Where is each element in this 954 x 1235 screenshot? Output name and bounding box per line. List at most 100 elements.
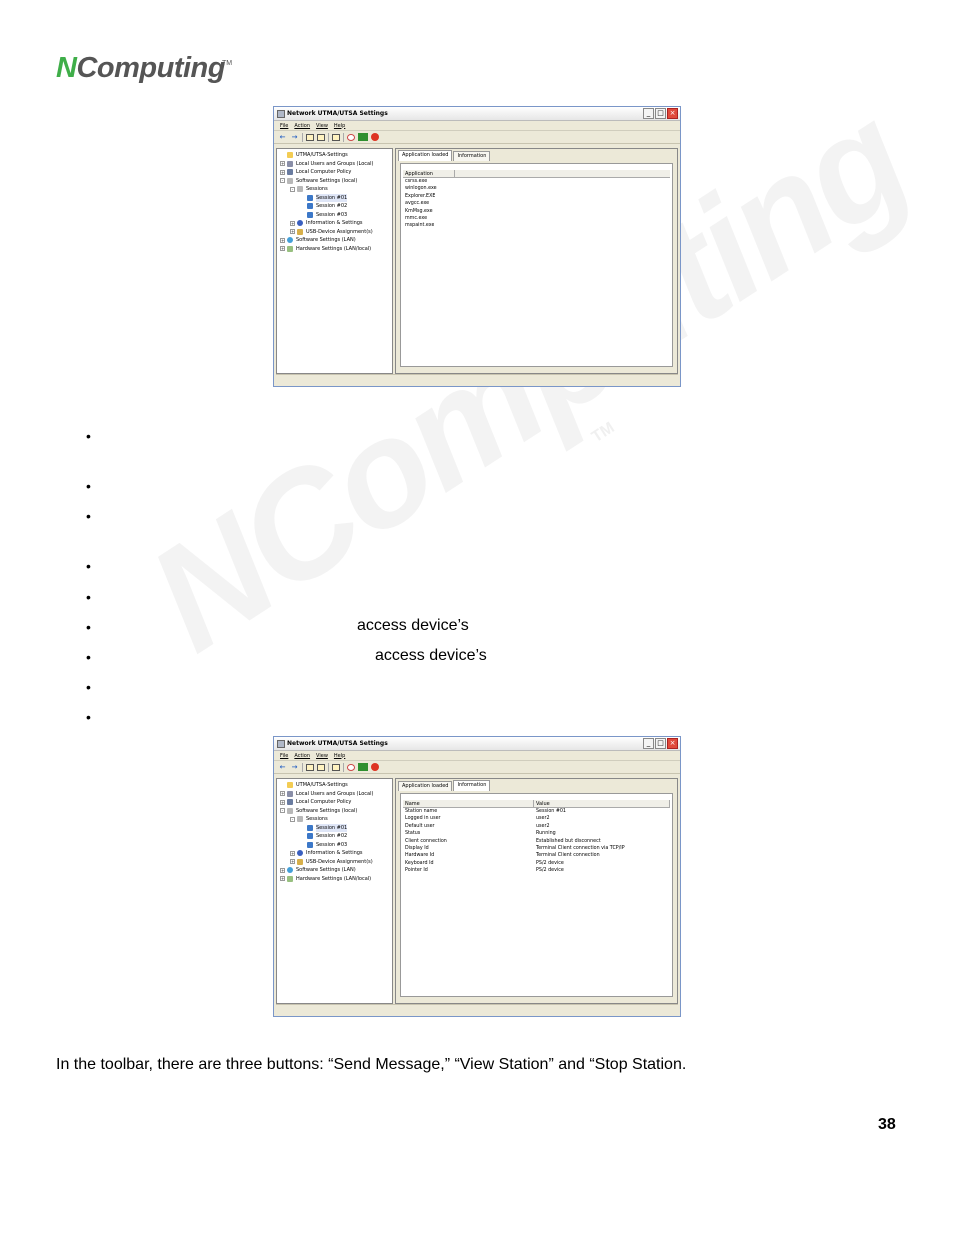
back-arrow-icon[interactable]: ← xyxy=(278,133,287,142)
maximize-button[interactable]: □ xyxy=(655,108,666,119)
bullet-marker: • xyxy=(86,558,91,574)
list-item[interactable]: Client connection Established but disconn… xyxy=(403,838,672,845)
collapse-icon[interactable]: - xyxy=(290,816,295,822)
list-item[interactable]: Hardware Id Terminal Client connection xyxy=(403,852,672,859)
expand-icon[interactable]: + xyxy=(280,876,285,882)
tree-item[interactable]: + USB-Device Assignment(s) xyxy=(280,228,392,237)
close-button[interactable]: × xyxy=(667,738,678,749)
menu-action[interactable]: Action xyxy=(294,753,310,759)
column-value[interactable]: Value xyxy=(534,800,670,807)
column-application[interactable]: Application xyxy=(403,170,455,177)
tree-item[interactable]: Session #01 xyxy=(280,823,392,833)
list-item[interactable]: Display Id Terminal Client connection via… xyxy=(403,845,672,852)
tree-item[interactable]: + Local Users and Groups (Local) xyxy=(280,790,392,799)
close-button[interactable]: × xyxy=(667,108,678,119)
title-bar[interactable]: Network UTMA/UTSA Settings _ □ × xyxy=(274,107,680,121)
up-folder-icon[interactable] xyxy=(306,763,314,771)
tree-item[interactable]: + Information & Settings xyxy=(280,219,392,228)
tree-item[interactable]: UTMA/UTSA-Settings xyxy=(280,781,392,790)
list-item[interactable]: Pointer Id PS/2 device xyxy=(403,867,672,874)
list-item[interactable]: Logged in user user2 xyxy=(403,815,672,822)
properties-icon[interactable] xyxy=(332,763,340,771)
expand-icon[interactable]: + xyxy=(280,799,285,805)
menu-view[interactable]: View xyxy=(316,123,328,129)
maximize-button[interactable]: □ xyxy=(655,738,666,749)
show-hide-tree-icon[interactable] xyxy=(317,763,325,771)
view-station-icon[interactable] xyxy=(358,133,368,141)
menu-file[interactable]: File xyxy=(280,123,288,129)
tab-application-loaded[interactable]: Application loaded xyxy=(398,150,453,161)
expand-icon[interactable]: + xyxy=(280,246,285,252)
menu-help[interactable]: Help xyxy=(334,123,345,129)
tab-application-loaded[interactable]: Application loaded xyxy=(398,781,453,791)
collapse-icon[interactable]: - xyxy=(280,808,285,814)
back-arrow-icon[interactable]: ← xyxy=(278,763,287,772)
expand-icon[interactable]: + xyxy=(280,161,285,167)
tree-item[interactable]: + USB-Device Assignment(s) xyxy=(280,858,392,867)
property-value: user2 xyxy=(536,816,550,822)
menu-help[interactable]: Help xyxy=(334,753,345,759)
expand-icon[interactable]: + xyxy=(280,169,285,175)
list-item[interactable]: winlogon.exe xyxy=(403,185,672,192)
list-item[interactable]: Explorer.EXE xyxy=(403,193,672,200)
tree-item[interactable]: + Local Computer Policy xyxy=(280,168,392,177)
tree-item[interactable]: + Software Settings (LAN) xyxy=(280,866,392,875)
expand-icon[interactable]: + xyxy=(290,850,295,856)
minimize-button[interactable]: _ xyxy=(643,738,654,749)
tab-information[interactable]: Information xyxy=(453,780,491,791)
menu-action[interactable]: Action xyxy=(294,123,310,129)
tree-item[interactable]: Session #03 xyxy=(280,841,392,850)
tree-item[interactable]: + Software Settings (LAN) xyxy=(280,236,392,245)
expand-icon[interactable]: + xyxy=(290,220,295,226)
bullet-marker: • xyxy=(86,619,91,635)
lan-icon xyxy=(287,867,293,874)
tree-item[interactable]: Session #03 xyxy=(280,211,392,220)
list-item[interactable]: Station name Session #01 xyxy=(403,808,672,815)
expand-icon[interactable]: + xyxy=(290,229,295,235)
title-bar[interactable]: Network UTMA/UTSA Settings _ □ × xyxy=(274,737,680,751)
show-hide-tree-icon[interactable] xyxy=(317,133,325,141)
expand-icon[interactable]: + xyxy=(290,859,295,865)
properties-icon[interactable] xyxy=(332,133,340,141)
list-item[interactable]: avgcc.exe xyxy=(403,200,672,207)
tree-item[interactable]: - Sessions xyxy=(280,815,392,824)
send-message-icon[interactable] xyxy=(347,133,355,141)
forward-arrow-icon[interactable]: → xyxy=(290,763,299,772)
minimize-button[interactable]: _ xyxy=(643,108,654,119)
collapse-icon[interactable]: - xyxy=(290,186,295,192)
tree-item[interactable]: - Software Settings (local) xyxy=(280,177,392,186)
list-item[interactable]: Default user user2 xyxy=(403,823,672,830)
tree-item[interactable]: Session #02 xyxy=(280,202,392,211)
tree-item[interactable]: + Information & Settings xyxy=(280,849,392,858)
list-item[interactable]: Status Running xyxy=(403,830,672,837)
stop-station-icon[interactable] xyxy=(371,133,379,141)
list-item[interactable]: KmMsg.exe xyxy=(403,208,672,215)
view-station-icon[interactable] xyxy=(358,763,368,771)
menu-file[interactable]: File xyxy=(280,753,288,759)
menu-view[interactable]: View xyxy=(316,753,328,759)
expand-icon[interactable]: + xyxy=(280,791,285,797)
up-folder-icon[interactable] xyxy=(306,133,314,141)
tree-item[interactable]: + Hardware Settings (LAN/local) xyxy=(280,245,392,254)
expand-icon[interactable]: + xyxy=(280,867,285,873)
forward-arrow-icon[interactable]: → xyxy=(290,133,299,142)
expand-icon[interactable]: + xyxy=(280,237,285,243)
list-item[interactable]: Keyboard Id PS/2 device xyxy=(403,860,672,867)
column-name[interactable]: Name xyxy=(403,800,534,807)
send-message-icon[interactable] xyxy=(347,763,355,771)
tree-item[interactable]: + Local Computer Policy xyxy=(280,798,392,807)
list-item[interactable]: csrss.exe xyxy=(403,178,672,185)
list-item[interactable]: mspaint.exe xyxy=(403,222,672,229)
tree-item[interactable]: - Software Settings (local) xyxy=(280,807,392,816)
tree-item[interactable]: UTMA/UTSA-Settings xyxy=(280,151,392,160)
list-item[interactable]: mmc.exe xyxy=(403,215,672,222)
tab-information[interactable]: Information xyxy=(453,151,491,161)
tree-item[interactable]: - Sessions xyxy=(280,185,392,194)
tree-item[interactable]: + Hardware Settings (LAN/local) xyxy=(280,875,392,884)
tree-item[interactable]: Session #02 xyxy=(280,832,392,841)
collapse-icon[interactable]: - xyxy=(280,178,285,184)
tree-item[interactable]: + Local Users and Groups (Local) xyxy=(280,160,392,169)
policy-icon xyxy=(287,799,293,806)
tree-item[interactable]: Session #01 xyxy=(280,193,392,203)
stop-station-icon[interactable] xyxy=(371,763,379,771)
